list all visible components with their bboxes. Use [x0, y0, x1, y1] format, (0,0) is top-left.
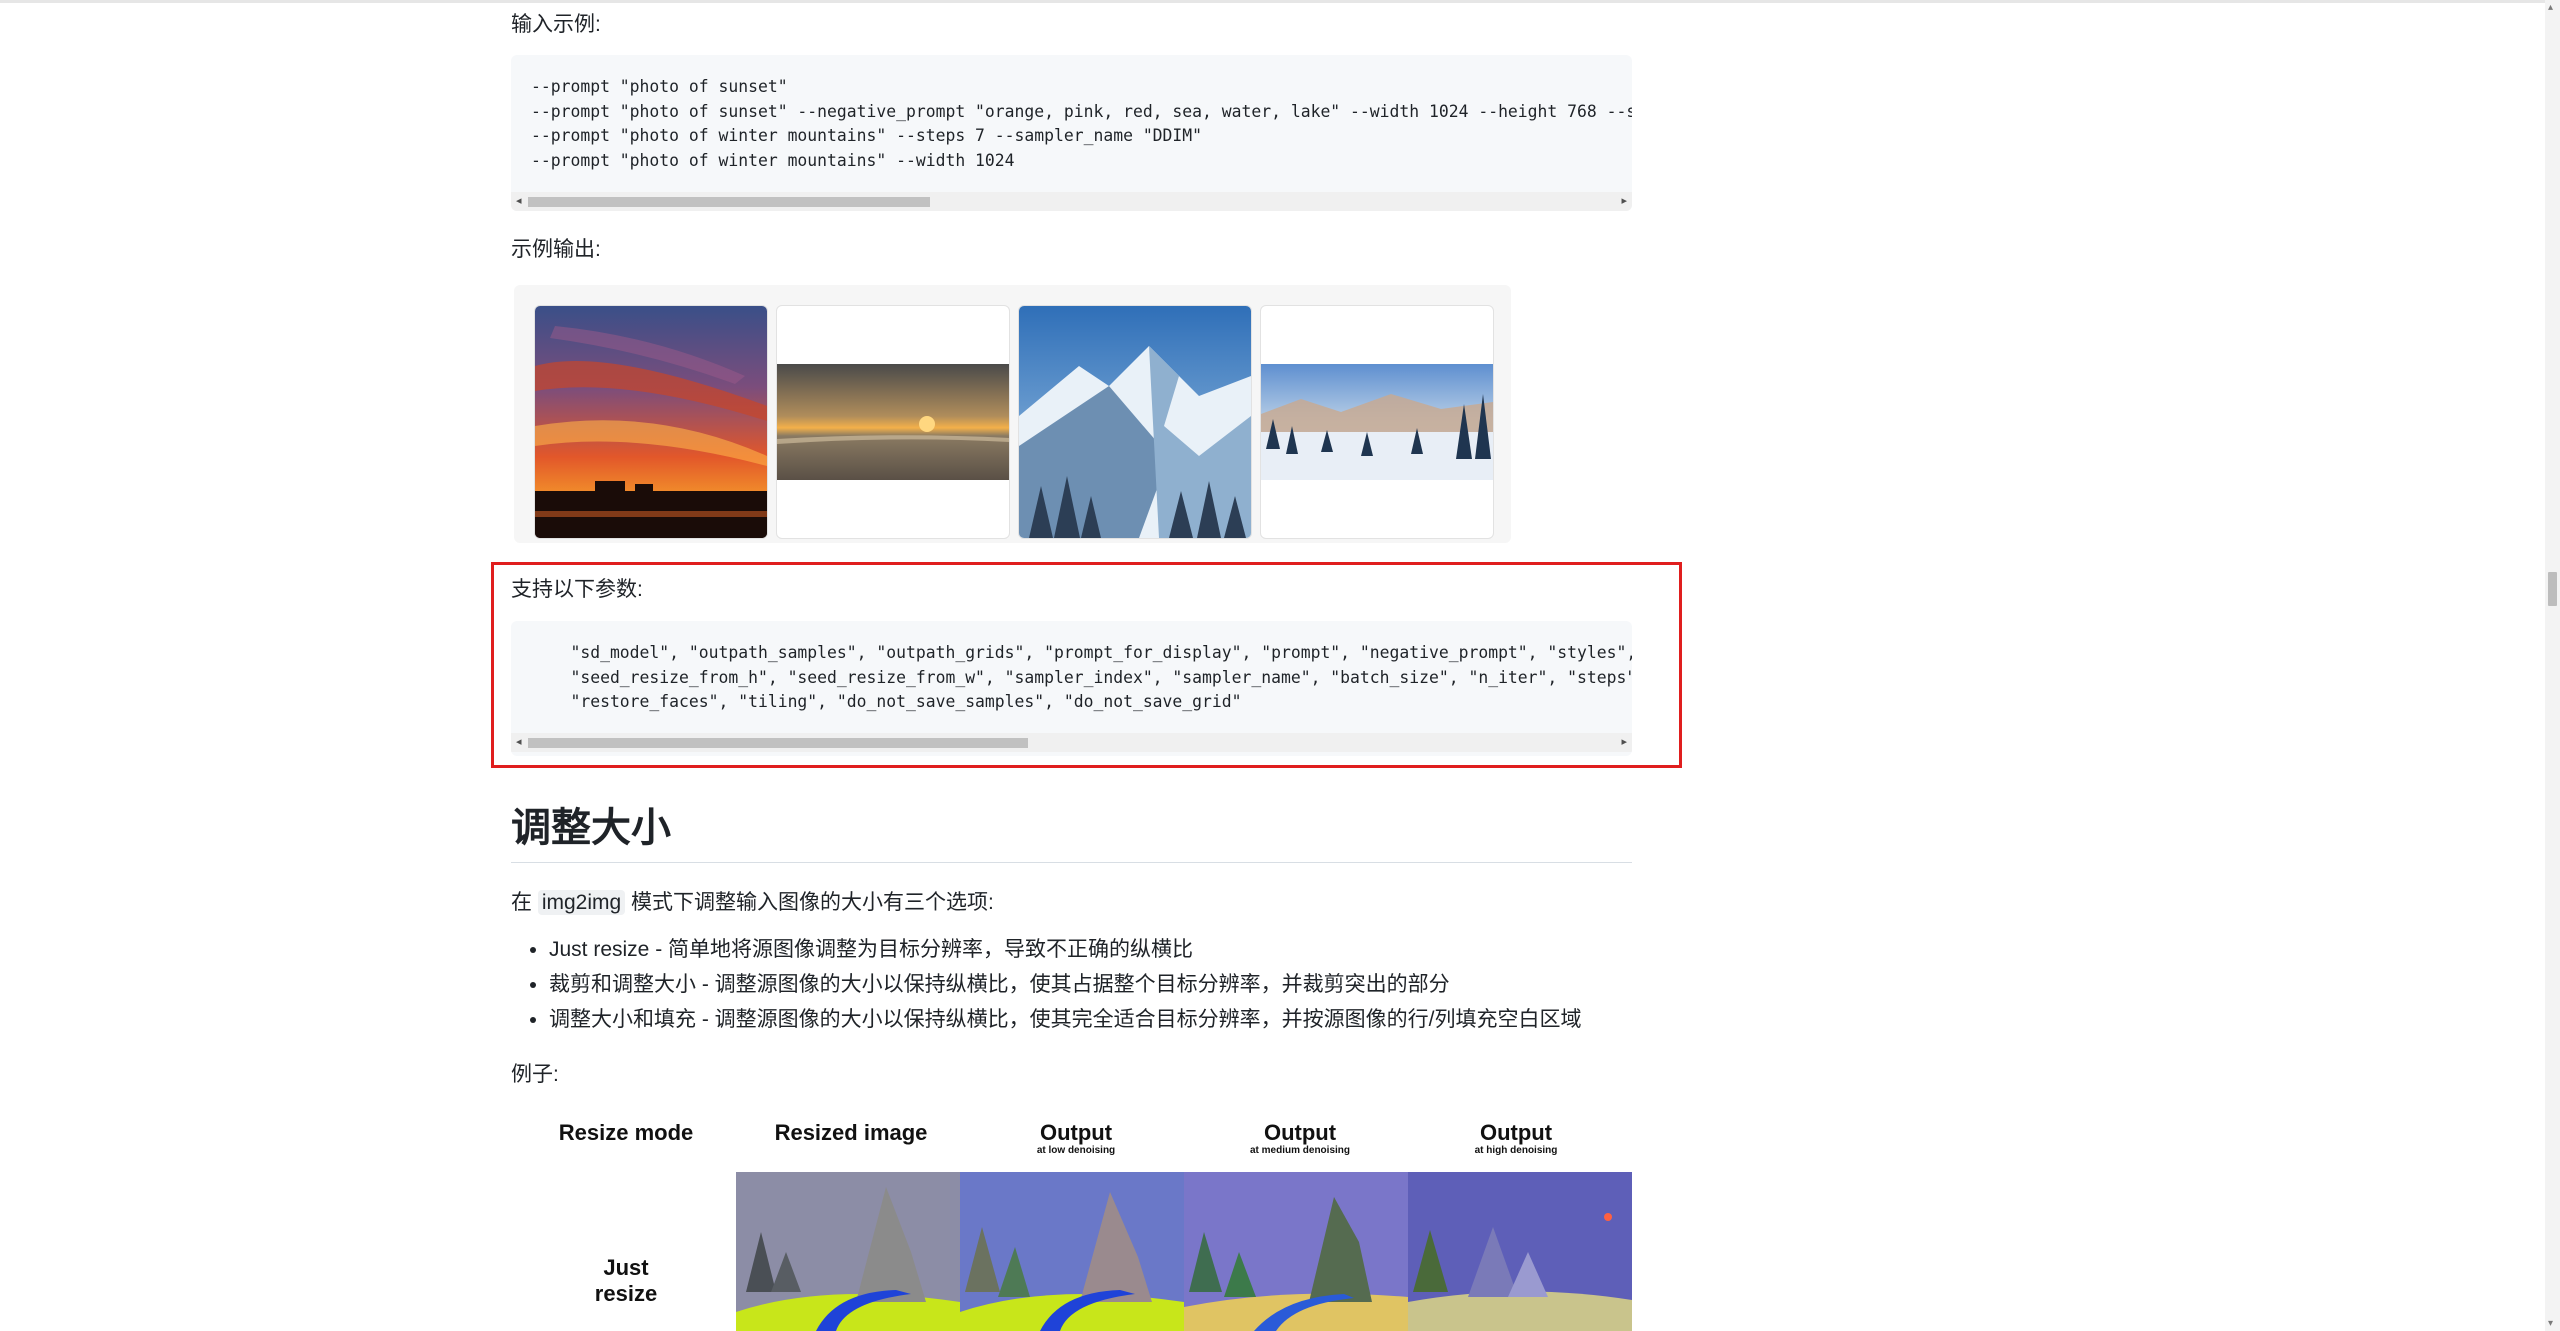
resized-image: [736, 1172, 960, 1331]
resize-intro: 在 img2img 模式下调整输入图像的大小有三个选项:: [511, 890, 994, 915]
page-scroll-thumb[interactable]: [2548, 572, 2557, 606]
params-code-block[interactable]: "sd_model", "outpath_samples", "outpath_…: [511, 621, 1632, 756]
output-image-gallery: [514, 285, 1511, 543]
figure-col-header: Output at medium denoising: [1249, 1120, 1350, 1156]
output-example-label: 示例输出:: [511, 238, 601, 261]
scroll-left-icon[interactable]: ◂: [516, 195, 522, 208]
sunset-sea-wide-image[interactable]: [776, 305, 1010, 539]
list-item: 调整大小和填充 - 调整源图像的大小以保持纵横比，使其完全适合目标分辨率，并按源…: [549, 1005, 1582, 1040]
params-label: 支持以下参数:: [511, 578, 643, 601]
figure-row-label: Just resize: [594, 1255, 658, 1306]
heading-divider: [511, 862, 1632, 863]
winter-mountains-image[interactable]: [1018, 305, 1252, 539]
params-scroll-thumb[interactable]: [528, 738, 1028, 748]
input-example-hscrollbar[interactable]: ◂ ▸: [511, 192, 1632, 211]
figure-col-header: Resized image: [774, 1120, 928, 1145]
resize-mode-figure: Resize mode Resized image Output at low d…: [511, 1110, 1632, 1331]
params-hscrollbar[interactable]: ◂ ▸: [511, 733, 1632, 752]
resize-options-list: Just resize - 简单地将源图像调整为目标分辨率，导致不正确的纵横比 …: [511, 935, 1582, 1040]
top-border: [0, 0, 2545, 3]
scroll-left-icon[interactable]: ◂: [516, 736, 522, 749]
winter-forest-wide-image[interactable]: [1260, 305, 1494, 539]
scroll-down-icon[interactable]: ▾: [2548, 1318, 2553, 1329]
example-label: 例子:: [511, 1063, 559, 1086]
scroll-right-icon[interactable]: ▸: [1621, 736, 1627, 749]
input-example-label: 输入示例:: [511, 13, 601, 36]
list-item: 裁剪和调整大小 - 调整源图像的大小以保持纵横比，使其占据整个目标分辨率，并裁剪…: [549, 970, 1582, 1005]
scroll-right-icon[interactable]: ▸: [1621, 195, 1627, 208]
output-medium-image: [1184, 1172, 1408, 1331]
input-example-code: --prompt "photo of sunset" --prompt "phot…: [531, 77, 1632, 170]
resize-example-images: [736, 1172, 1632, 1331]
figure-col-header: Output at low denoising: [1036, 1120, 1116, 1156]
params-code: "sd_model", "outpath_samples", "outpath_…: [531, 643, 1632, 711]
output-high-image: [1408, 1172, 1632, 1331]
output-low-image: [960, 1172, 1184, 1331]
inline-code-img2img: img2img: [537, 890, 626, 915]
figure-col-header: Output at high denoising: [1474, 1120, 1558, 1156]
figure-col-header: Resize mode: [558, 1120, 694, 1145]
input-example-scroll-thumb[interactable]: [528, 197, 930, 207]
page-vscrollbar[interactable]: ▴ ▾: [2545, 0, 2560, 1331]
list-item: Just resize - 简单地将源图像调整为目标分辨率，导致不正确的纵横比: [549, 935, 1582, 970]
input-example-code-block[interactable]: --prompt "photo of sunset" --prompt "phot…: [511, 55, 1632, 211]
scroll-up-icon[interactable]: ▴: [2548, 2, 2553, 13]
sunset-clouds-image[interactable]: [534, 305, 768, 539]
resize-heading: 调整大小: [511, 805, 671, 851]
